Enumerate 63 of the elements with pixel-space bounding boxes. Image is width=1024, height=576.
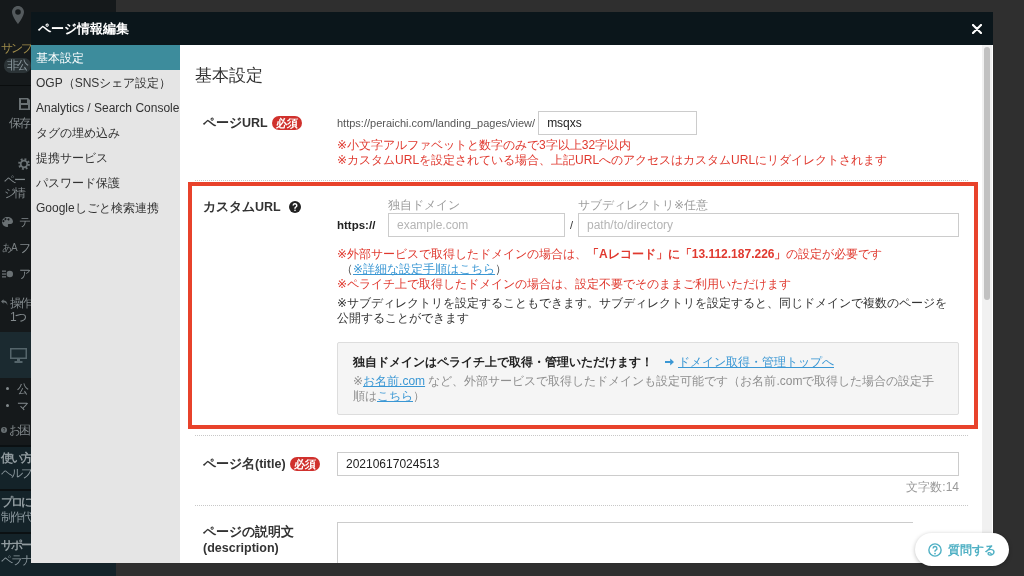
input-field[interactable]: 20210617024513 — [337, 452, 959, 476]
sidebar-item[interactable]: Googleしごと検索連携 — [31, 195, 180, 220]
close-icon — [972, 23, 982, 34]
input-field[interactable]: msqxs — [538, 111, 698, 135]
character-count: 文字数:14 — [906, 480, 959, 495]
warning-note: ※外部サービスで取得したドメインの場合は、「Aレコード」に「13.112.187.226」の設定が必要です （※詳細な設定手順はこちら） — [337, 247, 884, 277]
monitor-icon — [10, 347, 27, 363]
logo-pin-icon — [12, 6, 24, 24]
scrollbar-thumb[interactable] — [984, 47, 990, 300]
list-text[interactable]: マ — [17, 398, 27, 413]
font-icon: あA — [2, 242, 17, 254]
text-link[interactable]: こちら — [377, 389, 413, 403]
status-badge: 非公 — [4, 58, 31, 73]
panel-title: 使い方 — [1, 451, 31, 465]
warning-note: ※ペライチ上で取得したドメインの場合は、設定不要でそのままご利用いただけます — [337, 277, 793, 292]
sidebar-item[interactable]: 提携サービス — [31, 145, 180, 170]
field-label: カスタムURL — [203, 199, 281, 216]
list-text[interactable]: 公 — [17, 381, 27, 396]
required-badge: 必須 — [271, 116, 302, 130]
tool-label[interactable]: 保存 — [9, 116, 29, 130]
url-prefix: https://peraichi.com/landing_pages/view/ — [337, 115, 536, 131]
field-label: ページの説明文 (description) — [203, 524, 294, 556]
sidebar-item[interactable]: Analytics / Search Console — [31, 95, 180, 120]
warning-note: ※カスタムURLを設定されている場合、上記URLへのアクセスはカスタムURLにリダイレクトされます — [337, 153, 889, 168]
sidebar-item[interactable]: 基本設定 — [31, 45, 180, 70]
detail-link[interactable]: ※詳細な設定手順はこちら — [353, 262, 496, 276]
bullet-icon — [6, 387, 9, 390]
sidebar-item[interactable]: タグの埋め込み — [31, 120, 180, 145]
arrow-right-icon — [665, 358, 674, 366]
undo-arrow-icon — [1, 299, 8, 306]
required-badge: 必須 — [289, 457, 320, 471]
url-scheme: https:// — [337, 218, 377, 233]
field-label: ページURL — [203, 115, 268, 132]
field-label: ページ名(title) — [203, 456, 286, 473]
input-field[interactable]: path/to/directory — [578, 213, 959, 237]
text-link[interactable]: お名前.com — [363, 374, 426, 388]
question-circle-icon — [928, 542, 942, 557]
close-button[interactable] — [972, 23, 982, 34]
warning-note: ※小文字アルファベットと数字のみで3字以上32字以内 — [337, 138, 633, 153]
history-text: 操作 — [10, 296, 30, 310]
modal-title: ページ情報編集 — [38, 20, 129, 37]
bullet-icon — [6, 404, 9, 407]
textarea-field[interactable] — [337, 522, 913, 563]
sidebar-item[interactable]: パスワード保護 — [31, 170, 180, 195]
path-separator: / — [568, 218, 575, 233]
project-name: サンプ — [1, 41, 31, 55]
section-heading: 基本設定 — [195, 65, 264, 87]
input-field[interactable]: example.com — [388, 213, 565, 237]
palette-icon — [2, 217, 13, 227]
tool-label[interactable]: ページ情 — [4, 174, 26, 200]
sidebar-item[interactable]: OGP（SNSシェア設定） — [31, 70, 180, 95]
list-toggle-icon — [2, 270, 13, 278]
promo-footnote: ※お名前.com など、外部サービスで取得したドメインも設定可能です（お名前.comで取得した場合の設定手順はこちら） — [353, 374, 936, 404]
field-caption: サブディレクトリ※任意 — [578, 198, 709, 213]
gear-icon — [18, 158, 30, 170]
history-text: 1つ — [10, 310, 27, 324]
panel-subtitle: ヘルプ — [1, 466, 31, 480]
promo-headline: 独自ドメインはペライチ上で取得・管理いただけます！ — [353, 354, 653, 371]
info-note: ※サブディレクトリを設定することもできます。サブディレクトリを設定すると、同じドメインで複数のページを公開することができます — [337, 296, 949, 326]
domain-top-link[interactable]: ドメイン取得・管理トップへ — [665, 353, 834, 371]
help-text[interactable]: お困 — [9, 423, 29, 437]
panel-subtitle: 制作代 — [1, 510, 31, 524]
field-caption: 独自ドメイン — [388, 198, 460, 213]
